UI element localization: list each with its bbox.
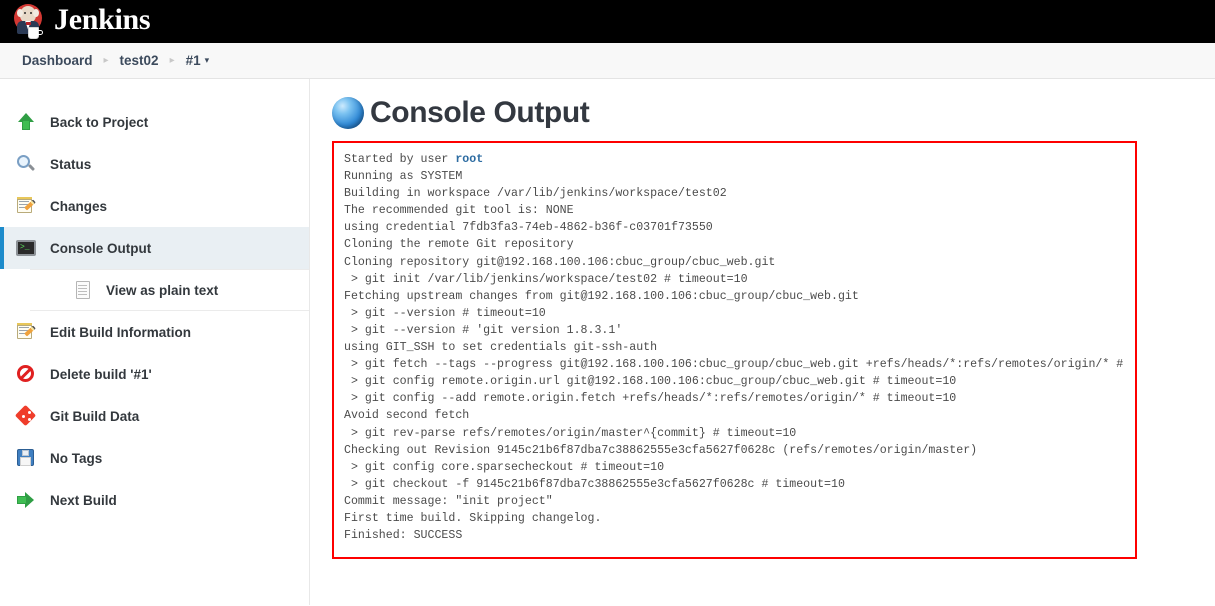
sidebar-item-next-build[interactable]: Next Build [0, 479, 309, 521]
blue-ball-icon [332, 97, 364, 129]
plain-text-page-icon [74, 280, 92, 300]
sidebar-item-delete-build[interactable]: Delete build '#1' [0, 353, 309, 395]
sidebar-item-label: Edit Build Information [50, 324, 191, 340]
jenkins-butler-logo-icon[interactable] [12, 3, 46, 41]
notepad-pencil-icon [16, 196, 36, 216]
sidebar-item-no-tags[interactable]: No Tags [0, 437, 309, 479]
page-title: Console Output [370, 96, 590, 129]
console-user-link[interactable]: root [455, 153, 483, 166]
sidebar-item-label: Next Build [50, 492, 117, 508]
breadcrumb: Dashboard ▸ test02 ▸ #1 ▾ [0, 43, 1215, 79]
git-diamond-icon [14, 404, 37, 427]
sidebar-item-changes[interactable]: Changes [0, 185, 309, 227]
chevron-down-icon[interactable]: ▾ [205, 55, 210, 66]
floppy-disk-icon [16, 448, 36, 468]
console-output-box: Started by user root Running as SYSTEM B… [332, 141, 1137, 559]
page-title-row: Console Output [332, 97, 1215, 129]
console-output-text[interactable]: Started by user root Running as SYSTEM B… [344, 151, 1129, 544]
sidebar-subitem-view-as-plain-text[interactable]: View as plain text [30, 269, 309, 311]
sidebar-item-edit-build-information[interactable]: Edit Build Information [0, 311, 309, 353]
breadcrumb-item-dashboard[interactable]: Dashboard [22, 53, 93, 68]
main-content: Console Output Started by user root Runn… [310, 79, 1215, 605]
sidebar-item-git-build-data[interactable]: Git Build Data [0, 395, 309, 437]
breadcrumb-separator-icon: ▸ [169, 55, 175, 66]
sidebar-item-label: Console Output [50, 240, 152, 256]
sidebar-item-status[interactable]: Status [0, 143, 309, 185]
sidebar-item-label: Back to Project [50, 114, 149, 130]
breadcrumb-item-test02[interactable]: test02 [120, 53, 159, 68]
sidebar-item-back-to-project[interactable]: Back to Project [0, 101, 309, 143]
breadcrumb-item-build-1[interactable]: #1 [186, 53, 201, 68]
page-body: Back to Project Status Changes >_ Consol… [0, 79, 1215, 605]
breadcrumb-separator-icon: ▸ [103, 55, 109, 66]
sidebar-item-label: Git Build Data [50, 408, 140, 424]
app-header: Jenkins [0, 0, 1215, 43]
arrow-right-icon [16, 490, 36, 510]
magnifier-icon [16, 154, 36, 174]
notepad-pencil-icon [16, 322, 36, 342]
sidebar-item-label: Changes [50, 198, 108, 214]
sidebar-subitem-label: View as plain text [106, 282, 219, 298]
sidebar-item-label: Delete build '#1' [50, 366, 152, 382]
sidebar-item-label: No Tags [50, 450, 103, 466]
sidebar-item-label: Status [50, 156, 92, 172]
sidebar-item-console-output[interactable]: >_ Console Output [0, 227, 309, 269]
arrow-up-icon [16, 112, 36, 132]
terminal-icon: >_ [16, 238, 36, 258]
sidebar: Back to Project Status Changes >_ Consol… [0, 79, 310, 605]
no-entry-icon [16, 364, 36, 384]
app-title[interactable]: Jenkins [54, 5, 151, 38]
